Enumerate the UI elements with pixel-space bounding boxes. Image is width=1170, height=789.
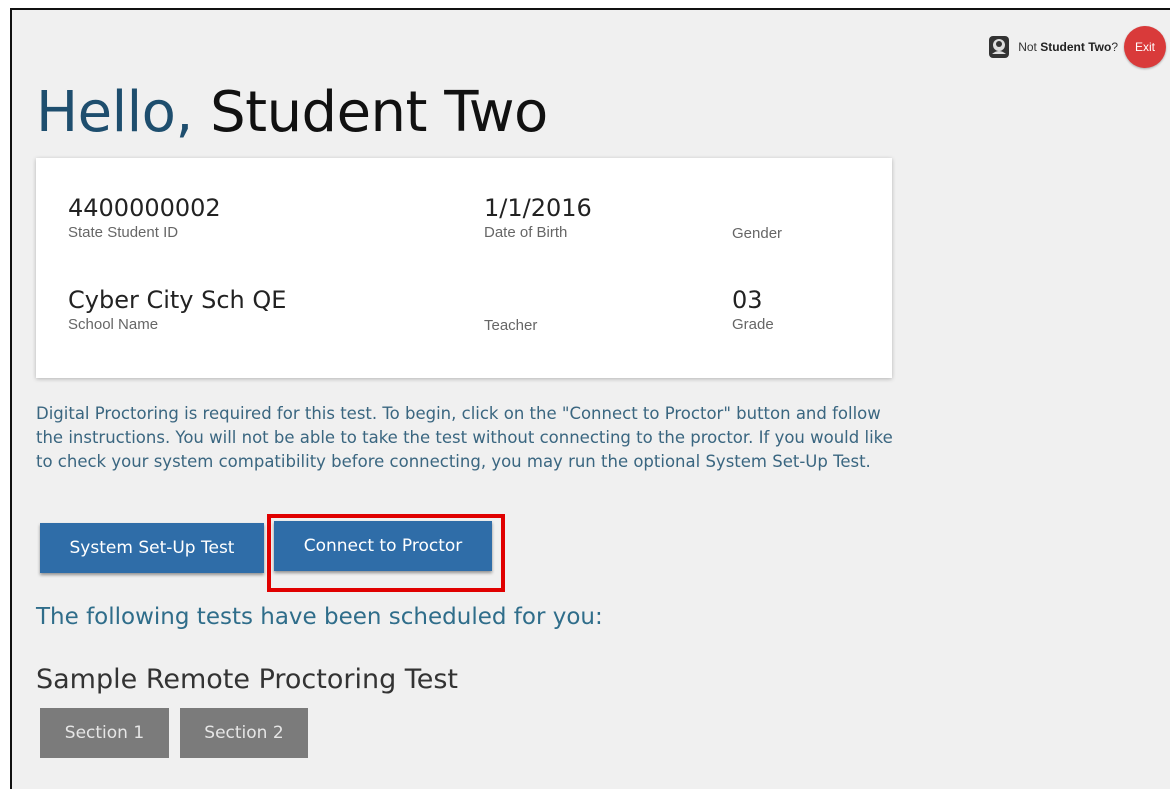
grade-label: Grade bbox=[732, 316, 774, 333]
greeting-hello: Hello, bbox=[36, 80, 193, 145]
user-bar: Not Student Two? Exit bbox=[986, 26, 1166, 68]
date-of-birth-field: 1/1/2016 Date of Birth bbox=[484, 194, 592, 241]
proctoring-instructions: Digital Proctoring is required for this … bbox=[36, 404, 893, 471]
school-name-value: Cyber City Sch QE bbox=[68, 286, 287, 314]
state-student-id-label: State Student ID bbox=[68, 224, 179, 241]
teacher-field: Teacher bbox=[484, 286, 537, 334]
state-student-id-field: 4400000002 State Student ID bbox=[68, 194, 221, 241]
gender-label: Gender bbox=[732, 225, 783, 242]
state-student-id-value: 4400000002 bbox=[68, 194, 221, 222]
school-name-field: Cyber City Sch QE School Name bbox=[68, 286, 286, 333]
gender-value bbox=[732, 194, 782, 223]
teacher-label: Teacher bbox=[484, 317, 538, 334]
section-1-button[interactable]: Section 1 bbox=[40, 708, 169, 758]
not-prefix: Not bbox=[1018, 40, 1041, 54]
system-setup-test-button[interactable]: System Set-Up Test bbox=[40, 523, 264, 573]
date-of-birth-value: 1/1/2016 bbox=[484, 194, 592, 222]
greeting-student-name: Student Two bbox=[210, 80, 548, 145]
not-suffix: ? bbox=[1111, 40, 1118, 54]
teacher-value bbox=[484, 286, 537, 315]
page-title: Hello, Student Two bbox=[36, 80, 548, 145]
test-name: Sample Remote Proctoring Test bbox=[36, 664, 458, 695]
school-name-label: School Name bbox=[68, 316, 159, 333]
connect-to-proctor-button[interactable]: Connect to Proctor bbox=[274, 521, 492, 571]
student-info-card: 4400000002 State Student ID 1/1/2016 Dat… bbox=[36, 158, 892, 378]
grade-field: 03 Grade bbox=[732, 286, 774, 333]
exit-button[interactable]: Exit bbox=[1124, 26, 1166, 68]
scheduled-tests-heading: The following tests have been scheduled … bbox=[36, 604, 603, 630]
not-user-text: Not Student Two? bbox=[1018, 40, 1118, 54]
section-2-button[interactable]: Section 2 bbox=[180, 708, 308, 758]
gender-field: Gender bbox=[732, 194, 782, 242]
app-frame: Not Student Two? Exit Hello, Student Two… bbox=[10, 8, 1170, 789]
date-of-birth-label: Date of Birth bbox=[484, 224, 568, 241]
not-user-name: Student Two bbox=[1040, 40, 1112, 54]
grade-value: 03 bbox=[732, 286, 763, 314]
user-id-icon bbox=[986, 34, 1012, 60]
